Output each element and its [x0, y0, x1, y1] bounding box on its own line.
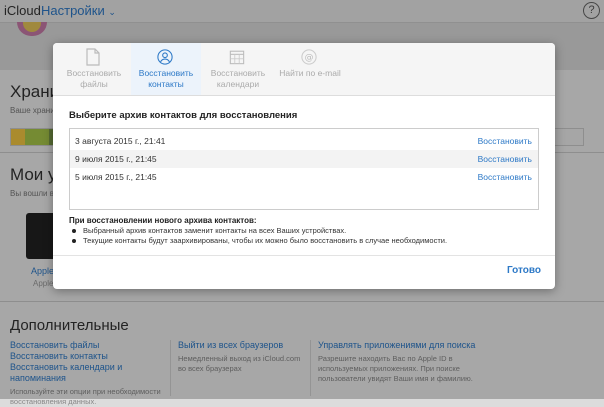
archive-row[interactable]: 9 июля 2015 г., 21:45 Восстановить [70, 150, 538, 168]
file-icon [86, 48, 100, 66]
restore-archive-button[interactable]: Восстановить [478, 172, 532, 182]
dialog-heading: Выберите архив контактов для восстановле… [69, 110, 298, 121]
calendar-icon [229, 50, 245, 65]
archive-date: 3 августа 2015 г., 21:41 [75, 136, 166, 146]
archive-date: 9 июля 2015 г., 21:45 [75, 154, 157, 164]
archive-date: 5 июля 2015 г., 21:45 [75, 172, 157, 182]
tab-label: Найти по e-mail [279, 68, 341, 78]
restore-contacts-dialog: Восстановить файлы Восстановить контакты… [53, 43, 555, 289]
svg-text:@: @ [305, 53, 314, 63]
restore-info: При восстановлении нового архива контакт… [69, 215, 539, 246]
tab-find-by-email[interactable]: @ Найти по e-mail [275, 43, 345, 95]
dialog-divider [53, 255, 555, 256]
archive-list: 3 августа 2015 г., 21:41 Восстановить 9 … [69, 128, 539, 210]
info-title: При восстановлении нового архива контакт… [69, 216, 257, 225]
at-icon: @ [301, 49, 317, 65]
done-button[interactable]: Готово [507, 265, 541, 276]
tab-label: Восстановить контакты [138, 68, 194, 89]
restore-archive-button[interactable]: Восстановить [478, 136, 532, 146]
archive-row[interactable]: 5 июля 2015 г., 21:45 Восстановить [70, 168, 538, 186]
tab-restore-files[interactable]: Восстановить файлы [59, 43, 129, 95]
tab-restore-calendars[interactable]: Восстановить календари [203, 43, 273, 95]
archive-row[interactable]: 3 августа 2015 г., 21:41 Восстановить [70, 132, 538, 150]
contacts-icon [157, 49, 173, 65]
dialog-tabs: Восстановить файлы Восстановить контакты… [53, 43, 555, 96]
tab-label: Восстановить календари [210, 68, 266, 89]
info-point: Текущие контакты будут заархивированы, ч… [69, 236, 539, 246]
tab-restore-contacts[interactable]: Восстановить контакты [131, 43, 201, 95]
tab-label: Восстановить файлы [66, 68, 122, 89]
info-point: Выбранный архив контактов заменит контак… [69, 226, 539, 236]
restore-archive-button[interactable]: Восстановить [478, 154, 532, 164]
